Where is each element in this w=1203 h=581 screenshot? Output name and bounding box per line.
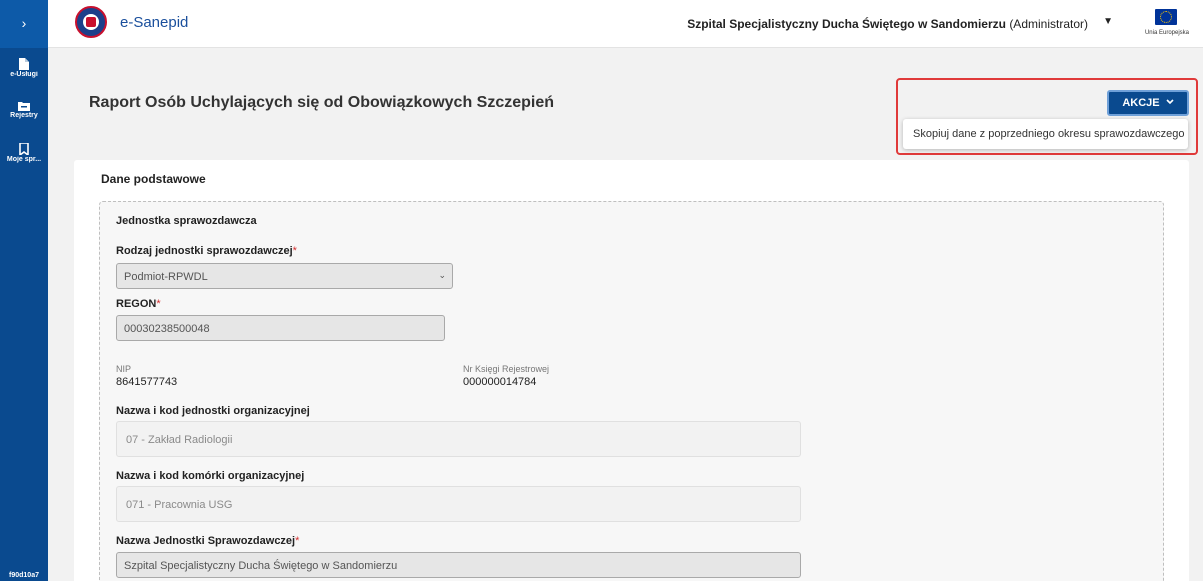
organization-name: Szpital Specjalistyczny Ducha Świętego w… [687,17,1006,31]
unit-type-select[interactable]: Podmiot-RPWDL ⌄ [116,263,453,289]
eu-flag-icon [1155,9,1177,25]
sidebar-item-label: e-Usługi [10,71,38,78]
reporting-unit-group: Jednostka sprawozdawcza Rodzaj jednostki… [99,201,1164,581]
unit-type-value: Podmiot-RPWDL [124,271,208,283]
org-unit-field: 07 - Zakład Radiologii [116,421,801,457]
top-header: e-Sanepid Szpital Specjalistyczny Ducha … [48,0,1203,48]
sidebar-item-label: Rejestry [10,112,38,119]
regon-value: 00030238500048 [124,323,210,335]
caret-down-icon[interactable]: ▼ [1103,16,1113,27]
menu-item-copy-previous-period[interactable]: Skopiuj dane z poprzedniego okresu spraw… [903,119,1188,149]
sanepid-logo[interactable] [75,6,107,38]
eu-label: Unia Europejska [1144,30,1189,36]
page-title: Raport Osób Uchylających się od Obowiązk… [89,94,555,111]
sidebar-item-rejestry[interactable]: Rejestry [0,101,48,119]
document-icon [19,58,29,70]
org-cell-value: 071 - Pracownia USG [126,499,233,511]
org-unit-label: Nazwa i kod jednostki organizacyjnej [116,405,310,417]
reporting-name-label: Nazwa Jednostki Sprawozdawczej* [116,535,300,547]
org-unit-value: 07 - Zakład Radiologii [126,434,233,446]
krs-value: 000000014784 [463,376,537,388]
sidebar-toggle-button[interactable]: › [0,0,48,48]
chevron-down-icon [1166,99,1174,105]
group-title: Jednostka sprawozdawcza [116,215,257,227]
regon-input[interactable]: 00030238500048 [116,315,445,341]
folder-icon [18,102,30,111]
unit-type-label: Rodzaj jednostki sprawozdawczej* [116,245,297,257]
sidebar: › e-Usługi Rejestry Moje spr... f90d10a7 [0,0,48,581]
version-label: f90d10a7 [9,572,39,579]
chevron-down-icon: ⌄ [438,270,446,280]
sidebar-item-label: Moje spr... [6,156,42,163]
organization-selector[interactable]: Szpital Specjalistyczny Ducha Świętego w… [687,17,1088,31]
nip-label: NIP [116,364,132,374]
section-title: Dane podstawowe [101,172,206,186]
actions-menu: Skopiuj dane z poprzedniego okresu spraw… [903,119,1188,149]
reporting-name-value: Szpital Specjalistyczny Ducha Świętego w… [124,560,398,572]
reporting-name-input[interactable]: Szpital Specjalistyczny Ducha Świętego w… [116,552,801,578]
organization-role: (Administrator) [1009,17,1088,31]
app-name[interactable]: e-Sanepid [120,14,188,31]
form-card: Dane podstawowe Jednostka sprawozdawcza … [74,160,1189,581]
nip-value: 8641577743 [116,376,178,388]
krs-label: Nr Księgi Rejestrowej [463,364,550,374]
bookmark-icon [19,143,29,155]
actions-button-label: AKCJE [1122,97,1160,109]
sidebar-item-e-uslugi[interactable]: e-Usługi [0,58,48,78]
org-cell-label: Nazwa i kod komórki organizacyjnej [116,470,305,482]
org-cell-field: 071 - Pracownia USG [116,486,801,522]
actions-dropdown-button[interactable]: AKCJE [1107,90,1189,116]
regon-label: REGON* [116,298,161,310]
sidebar-item-moje-sprawozdania[interactable]: Moje spr... [0,143,48,163]
